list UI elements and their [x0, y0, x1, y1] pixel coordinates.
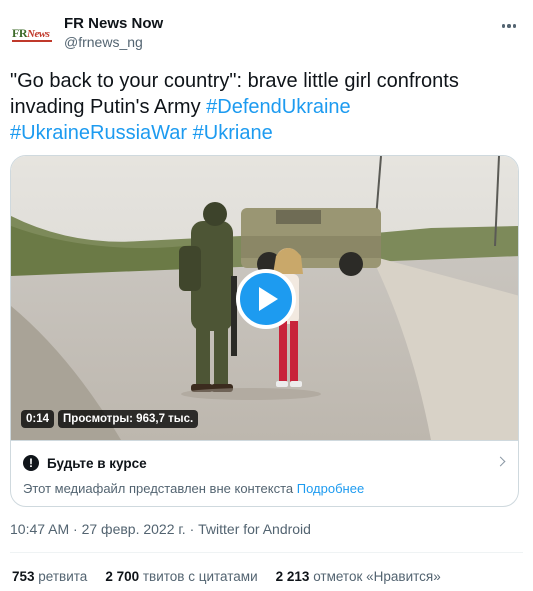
- likes-label: отметок «Нравится»: [313, 569, 441, 584]
- retweets-stat[interactable]: 753 ретвита: [12, 569, 87, 584]
- author-name[interactable]: FR News Now: [64, 15, 163, 32]
- retweets-label: ретвита: [38, 569, 88, 584]
- video-views: Просмотры: 963,7 тыс.: [58, 410, 199, 428]
- divider: [10, 552, 523, 553]
- avatar[interactable]: FRNews: [10, 18, 54, 48]
- hashtag-link[interactable]: #Ukriane: [193, 122, 273, 144]
- logo-underline: [12, 40, 52, 42]
- logo-news-text: News: [27, 28, 50, 40]
- media-notice-header: ! Будьте в курсе: [23, 455, 147, 471]
- video-duration: 0:14: [21, 410, 55, 428]
- video-badges: 0:14 Просмотры: 963,7 тыс.: [21, 410, 199, 428]
- author-handle[interactable]: @frnews_ng: [64, 34, 143, 50]
- more-icon[interactable]: [499, 16, 519, 36]
- media-card: 0:14 Просмотры: 963,7 тыс. ! Будьте в ку…: [10, 155, 519, 507]
- learn-more-link[interactable]: Подробнее: [297, 481, 364, 496]
- hashtag-link[interactable]: #UkraineRussiaWar: [10, 122, 187, 144]
- play-button[interactable]: [236, 269, 296, 329]
- quotes-stat[interactable]: 2 700 твитов с цитатами: [105, 569, 257, 584]
- tweet-timestamp[interactable]: 10:47 AM · 27 февр. 2022 г. · Twitter fo…: [10, 521, 311, 537]
- quotes-count: 2 700: [105, 569, 140, 584]
- avatar-logo: FRNews: [12, 26, 50, 41]
- retweets-count: 753: [12, 569, 35, 584]
- tweet-stats: 753 ретвита 2 700 твитов с цитатами 2 21…: [12, 569, 441, 584]
- video-player[interactable]: 0:14 Просмотры: 963,7 тыс.: [11, 156, 518, 440]
- tweet-header: FRNews FR News Now @frnews_ng: [10, 12, 523, 52]
- logo-fr-text: FR: [12, 26, 28, 40]
- warning-icon: !: [23, 455, 39, 471]
- quotes-label: твитов с цитатами: [142, 569, 258, 584]
- media-notice-title: Будьте в курсе: [47, 455, 147, 471]
- likes-count: 2 213: [275, 569, 310, 584]
- hashtag-link[interactable]: #DefendUkraine: [206, 96, 351, 118]
- play-icon: [259, 287, 278, 311]
- chevron-right-icon[interactable]: [495, 456, 506, 467]
- media-notice-body: Этот медиафайл представлен вне контекста…: [23, 481, 364, 496]
- media-notice[interactable]: ! Будьте в курсе Этот медиафайл представ…: [11, 440, 518, 506]
- tweet-text: "Go back to your country": brave little …: [10, 68, 525, 146]
- likes-stat[interactable]: 2 213 отметок «Нравится»: [276, 569, 441, 584]
- media-notice-text: Этот медиафайл представлен вне контекста: [23, 481, 297, 496]
